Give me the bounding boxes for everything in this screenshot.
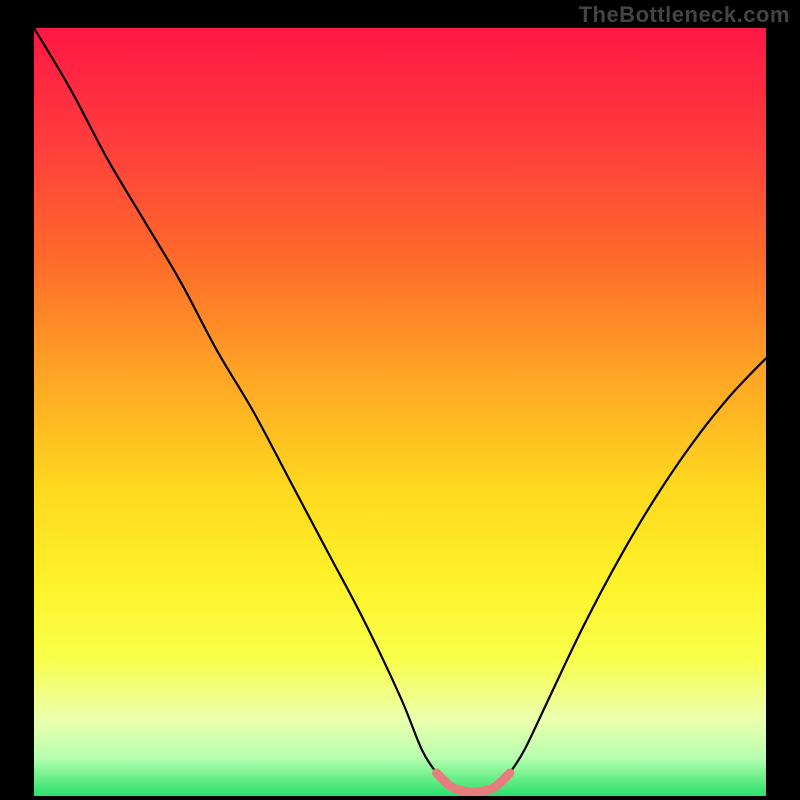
bottleneck-plot	[34, 28, 766, 796]
chart-frame: TheBottleneck.com	[0, 0, 800, 800]
gradient-background	[34, 28, 766, 796]
attribution-text: TheBottleneck.com	[579, 2, 790, 28]
